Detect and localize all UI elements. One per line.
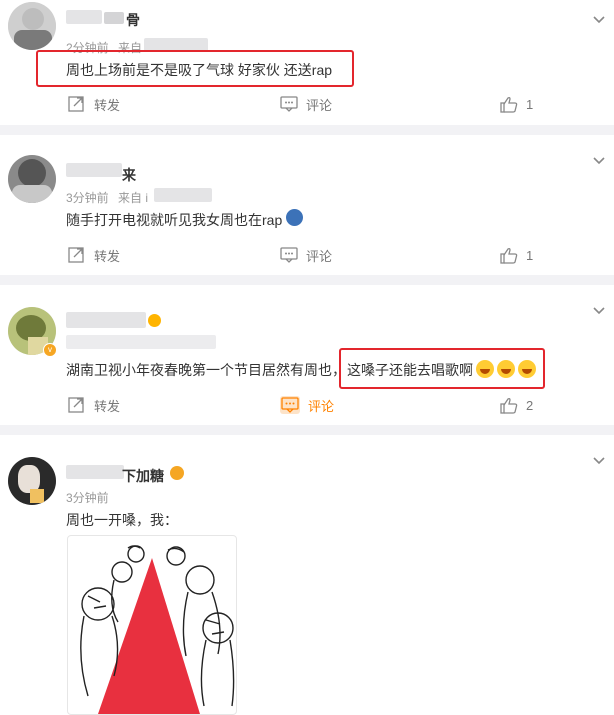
repost-button[interactable]: 转发 <box>68 393 120 417</box>
laughing-emoji-icon <box>476 360 494 378</box>
comment-icon <box>280 96 298 112</box>
chevron-down-icon[interactable] <box>592 453 606 467</box>
comment-label: 评论 <box>306 97 333 113</box>
blurred-meta <box>66 335 216 349</box>
comment-button[interactable]: 评论 <box>280 92 332 116</box>
thumbs-up-icon <box>500 96 518 113</box>
verified-badge-icon: v <box>43 343 57 357</box>
emoji-icon <box>148 314 161 327</box>
like-count: 1 <box>526 96 534 112</box>
comment-button[interactable]: 评论 <box>280 243 332 267</box>
emoji-icon <box>170 466 184 480</box>
thumbs-up-icon <box>500 247 518 264</box>
post-text: 湖南卫视小年夜春晚第一个节目居然有周也， <box>66 362 346 378</box>
like-button[interactable]: 1 <box>500 243 533 267</box>
thumbs-up-icon <box>500 397 518 414</box>
repost-icon <box>68 397 84 413</box>
avatar[interactable] <box>8 457 56 505</box>
username[interactable]: 来 <box>122 165 136 185</box>
separator <box>0 275 614 285</box>
comment-label: 评论 <box>306 248 333 264</box>
chevron-down-icon[interactable] <box>592 153 606 167</box>
post-2: 来 3分钟前 来自 i 随手打开电视就听见我女周也在rap 转发 评论 1 <box>0 135 614 275</box>
post-text: 周也上场前是不是吸了气球 好家伙 还送rap <box>66 62 333 78</box>
post-3: v 湖南卫视小年夜春晚第一个节目居然有周也， 这嗓子还能去唱歌啊 转发 评论 2 <box>0 285 614 425</box>
post-image[interactable] <box>67 535 237 715</box>
comment-icon <box>280 247 298 263</box>
repost-label: 转发 <box>94 97 121 113</box>
blurred-username <box>66 163 122 177</box>
blurred-username <box>66 312 146 328</box>
like-count: 2 <box>526 397 534 413</box>
username[interactable]: 下加糖 <box>122 466 164 486</box>
avatar[interactable] <box>8 2 56 50</box>
laughing-emoji-icon <box>518 360 536 378</box>
repost-button[interactable]: 转发 <box>68 243 120 267</box>
like-button[interactable]: 2 <box>500 393 533 417</box>
chevron-down-icon[interactable] <box>592 303 606 317</box>
like-count: 1 <box>526 247 534 263</box>
post-text: 周也一开嗓，我： <box>66 512 178 528</box>
separator <box>0 125 614 135</box>
blurred-username <box>66 465 124 479</box>
post-time[interactable]: 3分钟前 <box>66 189 109 206</box>
post-text-part2: 这嗓子还能去唱歌啊 <box>347 362 473 378</box>
username[interactable]: 骨 <box>126 10 140 30</box>
repost-button[interactable]: 转发 <box>68 92 120 116</box>
blurred-source <box>154 188 212 202</box>
action-bar: 转发 评论 2 <box>0 393 614 417</box>
meme-drawing-icon <box>80 545 235 714</box>
post-source: 来自 i <box>118 191 149 205</box>
repost-icon <box>68 247 84 263</box>
chevron-down-icon[interactable] <box>592 12 606 26</box>
post-4: 下加糖 3分钟前 周也一开嗓，我： <box>0 435 614 715</box>
like-button[interactable]: 1 <box>500 92 533 116</box>
separator <box>0 425 614 435</box>
comment-icon <box>280 396 300 414</box>
comment-button[interactable]: 评论 <box>280 393 334 417</box>
laughing-emoji-icon <box>497 360 515 378</box>
repost-label: 转发 <box>94 398 121 414</box>
action-bar: 转发 评论 1 <box>0 92 614 116</box>
post-text-highlighted: 这嗓子还能去唱歌啊 <box>347 360 536 380</box>
action-bar: 转发 评论 1 <box>0 243 614 267</box>
repost-label: 转发 <box>94 248 121 264</box>
avatar[interactable] <box>8 155 56 203</box>
blurred-username <box>66 10 102 24</box>
post-text: 随手打开电视就听见我女周也在rap <box>66 212 283 228</box>
repost-icon <box>68 96 84 112</box>
comment-label: 评论 <box>308 398 335 414</box>
post-time[interactable]: 3分钟前 <box>66 489 109 506</box>
emoji-icon <box>286 209 303 226</box>
post-1: 骨 2分钟前 来自 周也上场前是不是吸了气球 好家伙 还送rap 转发 评论 1 <box>0 0 614 125</box>
blurred-username <box>104 12 124 24</box>
